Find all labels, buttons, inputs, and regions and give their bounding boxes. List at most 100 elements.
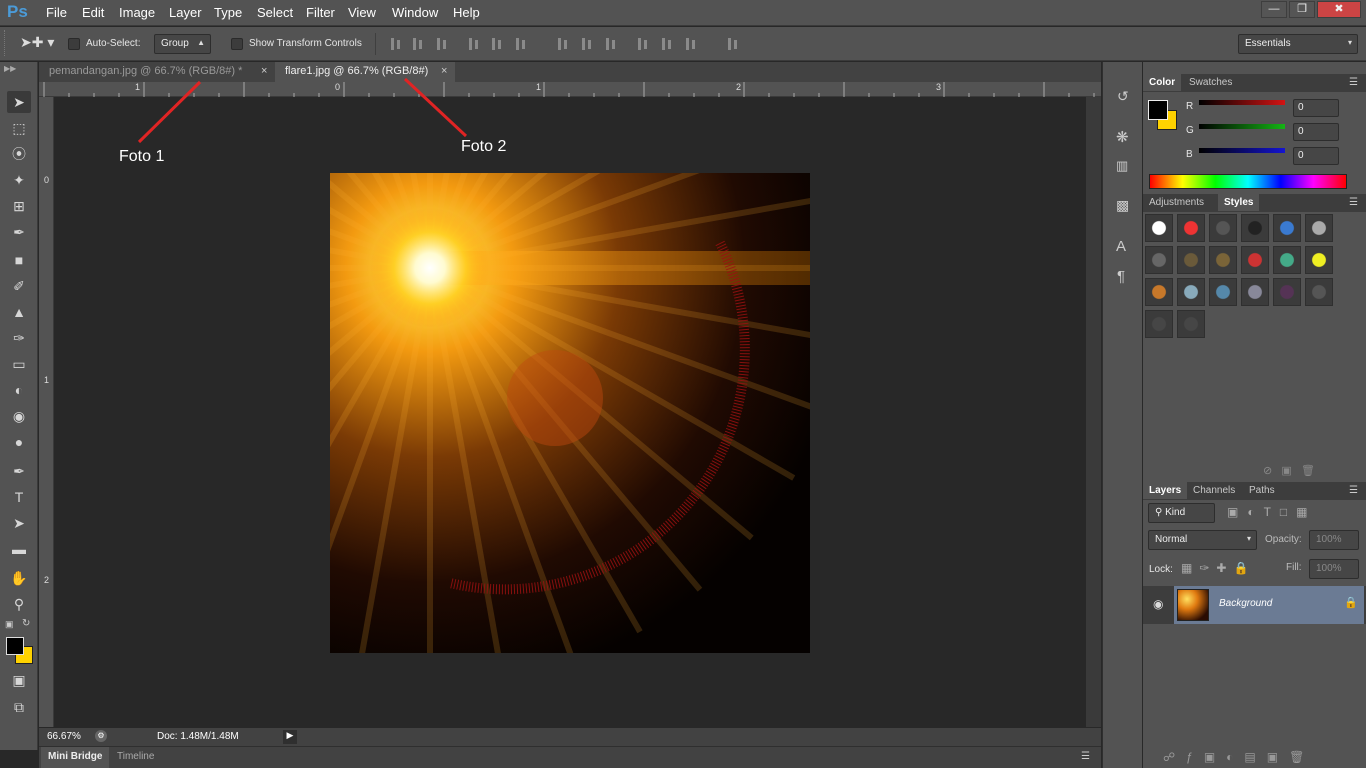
opacity-input[interactable]: 100%: [1309, 530, 1359, 550]
tab-flare1[interactable]: flare1.jpg @ 66.7% (RGB/8#) ×: [275, 62, 455, 82]
menu-layer[interactable]: Layer: [169, 5, 202, 20]
move-tool-preset-icon[interactable]: ➤✚ ▾: [20, 34, 54, 51]
style-swatch[interactable]: [1241, 246, 1269, 274]
histogram-panel-icon[interactable]: ▥: [1116, 158, 1128, 174]
quick-selection-tool-icon[interactable]: ✦: [7, 169, 31, 191]
style-swatch[interactable]: [1145, 278, 1173, 306]
style-swatch[interactable]: [1177, 310, 1205, 338]
auto-align-icon[interactable]: [726, 37, 740, 51]
eyedropper-tool-icon[interactable]: ✒: [7, 221, 31, 243]
color-fg-swatch[interactable]: [1148, 100, 1168, 120]
tab-paths[interactable]: Paths: [1243, 482, 1281, 499]
show-transform-checkbox[interactable]: [231, 38, 243, 50]
healing-brush-tool-icon[interactable]: ■: [7, 249, 31, 271]
paragraph-panel-icon[interactable]: ¶: [1117, 268, 1125, 285]
align-left-icon[interactable]: [467, 37, 481, 51]
crop-tool-icon[interactable]: ⊞: [7, 195, 31, 217]
tab-styles[interactable]: Styles: [1218, 194, 1260, 211]
value-g[interactable]: 0: [1293, 123, 1339, 141]
style-swatch[interactable]: [1273, 246, 1301, 274]
swap-colors-icon[interactable]: ↻: [22, 618, 30, 629]
layers-footer-icons[interactable]: ☍ƒ▣◐▤▣🗑: [1163, 750, 1315, 764]
tab-timeline[interactable]: Timeline: [117, 751, 154, 762]
tab-swatches[interactable]: Swatches: [1183, 74, 1238, 91]
style-swatch[interactable]: [1273, 278, 1301, 306]
properties-panel-icon[interactable]: ▩: [1116, 197, 1129, 214]
color-spectrum-bar[interactable]: [1149, 174, 1347, 189]
restore-button[interactable]: ❐: [1289, 1, 1315, 18]
style-swatch[interactable]: [1305, 214, 1333, 242]
paint-bucket-tool-icon[interactable]: ◐: [7, 379, 31, 401]
style-swatch[interactable]: [1241, 214, 1269, 242]
menu-window[interactable]: Window: [392, 5, 438, 20]
clone-stamp-tool-icon[interactable]: ▲: [7, 301, 31, 323]
history-panel-icon[interactable]: ↺: [1117, 88, 1129, 105]
panel-menu-icon[interactable]: ☰: [1081, 751, 1090, 762]
move-tool-icon[interactable]: ➤: [7, 91, 31, 113]
distribute-right-icon[interactable]: [684, 37, 698, 51]
foreground-color-swatch[interactable]: [6, 637, 24, 655]
panel-menu-icon[interactable]: ☰: [1349, 485, 1358, 496]
align-top-icon[interactable]: [389, 37, 403, 51]
styles-footer-icons[interactable]: ⊘ ▣ 🗑: [1263, 464, 1315, 477]
panel-menu-icon[interactable]: ☰: [1349, 197, 1358, 208]
panel-menu-icon[interactable]: ☰: [1349, 77, 1358, 88]
menu-help[interactable]: Help: [453, 5, 480, 20]
layer-filter-icons[interactable]: ▣◐T□▦: [1227, 505, 1317, 519]
quick-mask-icon[interactable]: ▣: [7, 669, 31, 691]
style-swatch[interactable]: [1241, 278, 1269, 306]
distribute-left-icon[interactable]: [636, 37, 650, 51]
lock-icons[interactable]: ▦✑✚🔒: [1181, 561, 1255, 575]
menu-view[interactable]: View: [348, 5, 376, 20]
style-swatch[interactable]: [1145, 214, 1173, 242]
vertical-scrollbar[interactable]: [1086, 97, 1101, 727]
menu-image[interactable]: Image: [119, 5, 155, 20]
slider-g[interactable]: [1199, 124, 1285, 129]
style-swatch[interactable]: [1177, 214, 1205, 242]
style-swatch[interactable]: [1209, 214, 1237, 242]
character-panel-icon[interactable]: A: [1116, 238, 1126, 255]
blend-mode-dropdown[interactable]: Normal ▾: [1148, 530, 1257, 550]
auto-select-dropdown[interactable]: Group ▲: [154, 34, 211, 54]
close-button[interactable]: ✖: [1317, 1, 1361, 18]
style-swatch[interactable]: [1273, 214, 1301, 242]
distribute-vcenter-icon[interactable]: [580, 37, 594, 51]
hand-tool-icon[interactable]: ✋: [7, 567, 31, 589]
style-swatch[interactable]: [1209, 278, 1237, 306]
menu-select[interactable]: Select: [257, 5, 293, 20]
value-b[interactable]: 0: [1293, 147, 1339, 165]
menu-filter[interactable]: Filter: [306, 5, 335, 20]
distribute-hcenter-icon[interactable]: [660, 37, 674, 51]
default-colors-icon[interactable]: ▣: [5, 619, 14, 630]
zoom-tool-icon[interactable]: ⚲: [7, 593, 31, 615]
eraser-tool-icon[interactable]: ▭: [7, 353, 31, 375]
close-tab-icon[interactable]: ×: [441, 65, 447, 77]
align-bottom-icon[interactable]: [435, 37, 449, 51]
path-selection-tool-icon[interactable]: ➤: [7, 512, 31, 534]
status-info-icon[interactable]: ⚙: [95, 730, 107, 742]
close-tab-icon[interactable]: ×: [261, 65, 267, 77]
navigator-panel-icon[interactable]: ❋: [1116, 128, 1129, 146]
menu-file[interactable]: File: [46, 5, 67, 20]
blur-tool-icon[interactable]: ◉: [7, 405, 31, 427]
workspace-dropdown[interactable]: Essentials ▾: [1238, 34, 1358, 54]
status-menu-arrow-icon[interactable]: ▶: [283, 730, 297, 744]
style-swatch[interactable]: [1209, 246, 1237, 274]
lasso-tool-icon[interactable]: ⦿: [7, 143, 31, 165]
layer-name[interactable]: Background: [1219, 598, 1272, 609]
style-swatch[interactable]: [1305, 278, 1333, 306]
tab-channels[interactable]: Channels: [1187, 482, 1241, 499]
tab-adjustments[interactable]: Adjustments: [1143, 194, 1210, 211]
tab-color[interactable]: Color: [1143, 74, 1182, 91]
style-swatch[interactable]: [1305, 246, 1333, 274]
distribute-top-icon[interactable]: [556, 37, 570, 51]
minimize-button[interactable]: —: [1261, 1, 1287, 18]
style-swatch[interactable]: [1177, 246, 1205, 274]
layer-row-background[interactable]: Background 🔒: [1174, 586, 1364, 624]
menu-edit[interactable]: Edit: [82, 5, 104, 20]
dodge-tool-icon[interactable]: ●: [7, 431, 31, 453]
tab-layers[interactable]: Layers: [1143, 482, 1188, 499]
fill-input[interactable]: 100%: [1309, 559, 1359, 579]
tab-pemandangan[interactable]: pemandangan.jpg @ 66.7% (RGB/8#) * ×: [39, 62, 273, 82]
align-right-icon[interactable]: [514, 37, 528, 51]
